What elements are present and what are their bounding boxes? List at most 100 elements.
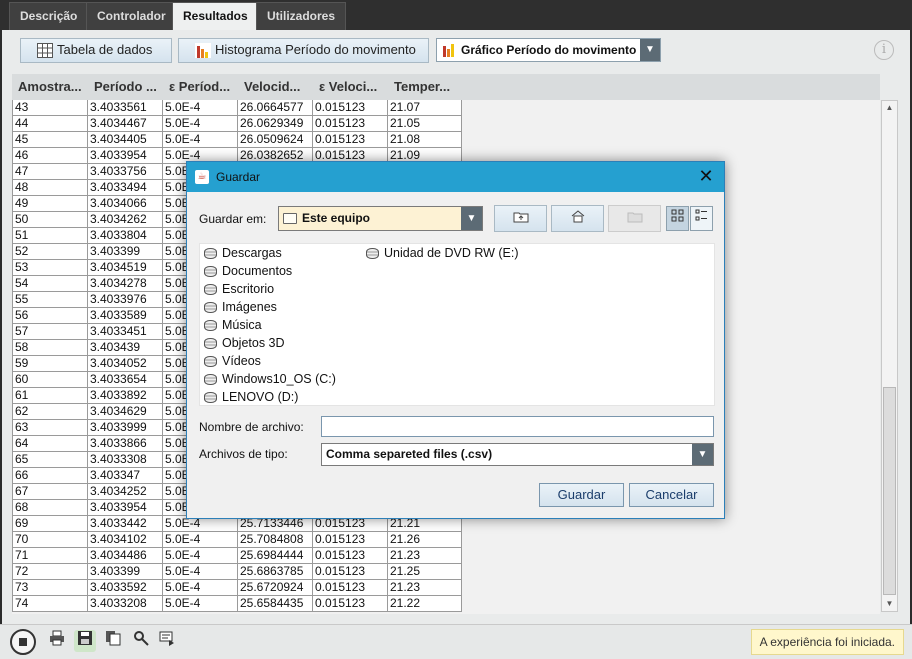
table-cell[interactable]: 72 [12,564,88,580]
table-cell[interactable]: 21.25 [388,564,462,580]
table-cell[interactable]: 26.0629349 [238,116,313,132]
table-cell[interactable]: 21.26 [388,532,462,548]
table-cell[interactable]: 69 [12,516,88,532]
look-in-select[interactable]: Este equipo ▼ [278,206,483,231]
list-item[interactable]: Descargas [202,244,282,262]
histogram-button[interactable]: Histograma Período do movimento [178,38,429,63]
list-item[interactable]: Música [202,316,262,334]
table-cell[interactable]: 63 [12,420,88,436]
chart-select[interactable]: Gráfico Período do movimento ▼ [436,38,661,62]
table-scrollbar[interactable]: ▲ ▼ [881,100,898,612]
table-cell[interactable]: 3.4033976 [88,292,163,308]
table-cell[interactable]: 21.05 [388,116,462,132]
table-cell[interactable]: 3.4034052 [88,356,163,372]
details-view-button[interactable] [690,206,713,231]
chevron-down-icon[interactable]: ▼ [640,39,660,61]
column-header-periodo[interactable]: Período ... [88,74,163,100]
table-cell[interactable]: 73 [12,580,88,596]
table-cell[interactable]: 0.015123 [313,532,388,548]
table-cell[interactable]: 3.4034252 [88,484,163,500]
scroll-up-icon[interactable]: ▲ [882,101,897,115]
table-cell[interactable]: 46 [12,148,88,164]
list-item[interactable]: Documentos [202,262,292,280]
table-cell[interactable]: 3.4033954 [88,148,163,164]
list-item[interactable]: LENOVO (D:) [202,388,298,406]
table-cell[interactable]: 67 [12,484,88,500]
table-cell[interactable]: 49 [12,196,88,212]
table-cell[interactable]: 5.0E-4 [163,548,238,564]
table-row[interactable]: 73 3.4033592 5.0E-4 25.6720924 0.015123 21.23 [12,580,462,596]
new-folder-button[interactable] [608,205,661,232]
table-cell[interactable]: 3.403399 [88,244,163,260]
table-cell[interactable]: 45 [12,132,88,148]
table-cell[interactable]: 51 [12,228,88,244]
filetype-select[interactable]: Comma separeted files (.csv) ▼ [321,443,714,466]
table-cell[interactable]: 53 [12,260,88,276]
table-cell[interactable]: 47 [12,164,88,180]
table-cell[interactable]: 60 [12,372,88,388]
save-button[interactable]: Guardar [539,483,624,507]
table-cell[interactable]: 0.015123 [313,100,388,116]
table-cell[interactable]: 25.6863785 [238,564,313,580]
table-row[interactable]: 72 3.403399 5.0E-4 25.6863785 0.015123 21.25 [12,564,462,580]
data-table-button[interactable]: Tabela de dados [20,38,172,63]
list-item[interactable]: Imágenes [202,298,277,316]
table-cell[interactable]: 52 [12,244,88,260]
table-cell[interactable]: 55 [12,292,88,308]
table-cell[interactable]: 21.22 [388,596,462,612]
zoom-icon[interactable] [130,630,152,652]
table-cell[interactable]: 50 [12,212,88,228]
table-cell[interactable]: 3.4033954 [88,500,163,516]
table-cell[interactable]: 0.015123 [313,596,388,612]
table-cell[interactable]: 3.4033451 [88,324,163,340]
table-cell[interactable]: 3.4033592 [88,580,163,596]
table-cell[interactable]: 3.4034467 [88,116,163,132]
table-cell[interactable]: 3.4033999 [88,420,163,436]
table-cell[interactable]: 70 [12,532,88,548]
close-icon[interactable]: ✕ [696,166,716,186]
tab-resultados[interactable]: Resultados [172,2,259,30]
up-folder-button[interactable] [494,205,547,232]
table-cell[interactable]: 3.403399 [88,564,163,580]
table-cell[interactable]: 3.4034102 [88,532,163,548]
table-cell[interactable]: 65 [12,452,88,468]
table-cell[interactable]: 71 [12,548,88,564]
table-cell[interactable]: 3.4033442 [88,516,163,532]
table-cell[interactable]: 58 [12,340,88,356]
table-cell[interactable]: 3.4033589 [88,308,163,324]
copy-icon[interactable] [102,630,124,652]
tab-descricao[interactable]: Descrição [9,2,89,30]
table-cell[interactable]: 3.4033804 [88,228,163,244]
table-cell[interactable]: 59 [12,356,88,372]
table-cell[interactable]: 3.4034519 [88,260,163,276]
table-cell[interactable]: 21.07 [388,100,462,116]
tab-utilizadores[interactable]: Utilizadores [256,2,347,30]
dialog-title-bar[interactable]: ☕ Guardar ✕ [187,162,724,192]
table-cell[interactable]: 66 [12,468,88,484]
table-cell[interactable]: 3.4033561 [88,100,163,116]
table-row[interactable]: 45 3.4034405 5.0E-4 26.0509624 0.015123 21.08 [12,132,462,148]
table-cell[interactable]: 21.23 [388,580,462,596]
table-cell[interactable]: 62 [12,404,88,420]
table-cell[interactable]: 44 [12,116,88,132]
home-button[interactable] [551,205,604,232]
list-item[interactable]: Windows10_OS (C:) [202,370,336,388]
table-cell[interactable]: 3.4034486 [88,548,163,564]
column-header-amostra[interactable]: Amostra... [12,74,88,100]
chevron-down-icon[interactable]: ▼ [692,444,713,465]
chevron-down-icon[interactable]: ▼ [461,207,482,230]
table-cell[interactable]: 57 [12,324,88,340]
table-cell[interactable]: 3.4033866 [88,436,163,452]
table-row[interactable]: 70 3.4034102 5.0E-4 25.7084808 0.015123 21.26 [12,532,462,548]
table-cell[interactable]: 3.4033308 [88,452,163,468]
table-row[interactable]: 44 3.4034467 5.0E-4 26.0629349 0.015123 21.05 [12,116,462,132]
table-cell[interactable]: 21.23 [388,548,462,564]
table-cell[interactable]: 3.4034066 [88,196,163,212]
save-icon[interactable] [74,630,96,652]
list-item[interactable]: Escritorio [202,280,274,298]
table-row[interactable]: 74 3.4033208 5.0E-4 25.6584435 0.015123 21.22 [12,596,462,612]
filename-field[interactable] [321,416,714,437]
table-cell[interactable]: 25.6584435 [238,596,313,612]
cancel-button[interactable]: Cancelar [629,483,714,507]
table-cell[interactable]: 3.4033756 [88,164,163,180]
